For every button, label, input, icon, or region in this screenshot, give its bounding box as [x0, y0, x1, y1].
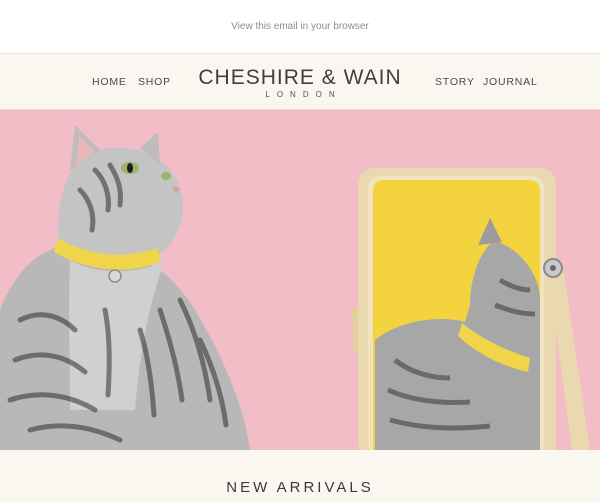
section-heading: NEW ARRIVALS	[226, 478, 374, 496]
mirror	[352, 168, 590, 450]
new-arrivals-section: NEW ARRIVALS	[0, 450, 600, 502]
view-in-browser-link[interactable]: View this email in your browser	[231, 21, 369, 32]
nav-journal[interactable]: JOURNAL	[483, 76, 538, 88]
nav-story[interactable]: STORY	[435, 76, 475, 88]
view-in-browser-bar: View this email in your browser	[0, 0, 600, 54]
header: HOME SHOP CHESHIRE & WAIN LONDON STORY J…	[0, 54, 600, 110]
hero-cat-mirror-illustration	[0, 110, 600, 450]
logo-city: LONDON	[265, 90, 342, 99]
hero-image[interactable]	[0, 110, 600, 450]
